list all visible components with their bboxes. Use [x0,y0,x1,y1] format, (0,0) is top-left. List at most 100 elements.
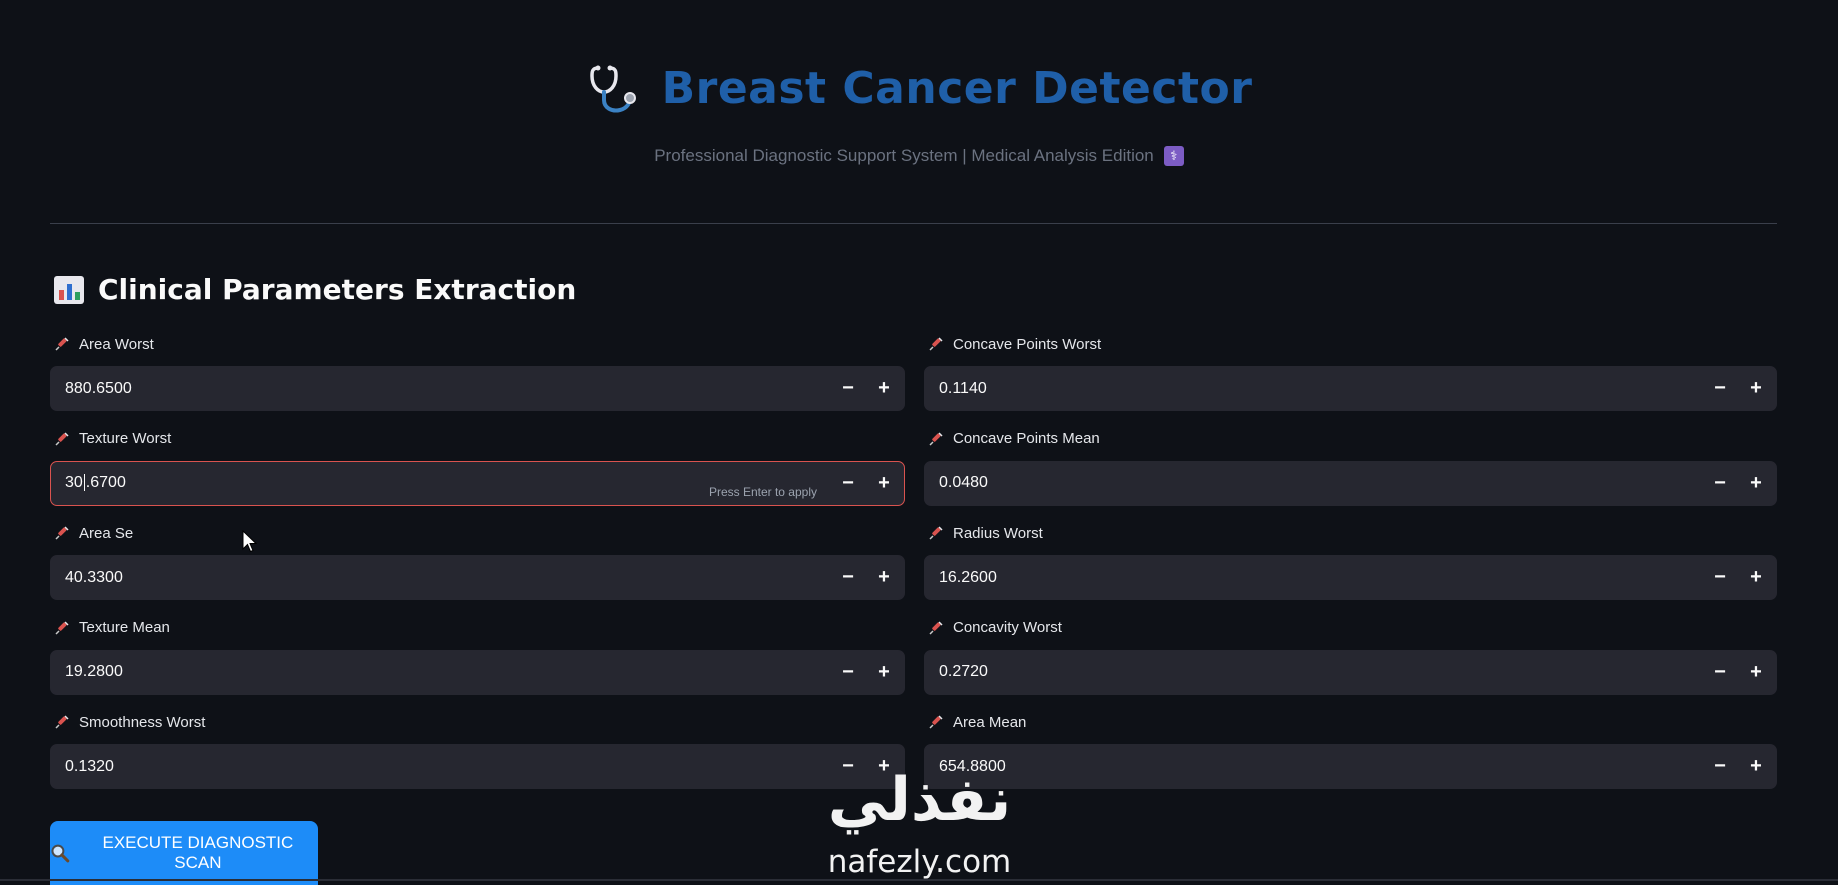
bar-chart-icon [54,275,84,304]
syringe-icon [55,337,69,351]
stepper: − + [830,367,904,410]
increment-button[interactable]: + [1738,651,1774,694]
subtitle-text: Professional Diagnostic Support System |… [654,146,1154,165]
parameter-field: Texture Worst 30.6700 Press Enter to apply… [50,425,905,520]
bottom-scroll-edge [0,879,1838,881]
field-label-row: Concavity Worst [924,614,1777,642]
syringe-icon [55,620,69,635]
number-input[interactable]: 0.0480− + [924,460,1777,506]
syringe-icon [929,715,943,729]
increment-button[interactable]: + [866,556,902,599]
parameter-field: Concave Points Worst 0.1140− + [924,330,1777,425]
execute-scan-label: EXECUTE DIAGNOSTIC SCAN [102,833,294,872]
decrement-button[interactable]: − [830,462,866,505]
decrement-button[interactable]: − [830,556,866,599]
increment-button[interactable]: + [866,651,902,694]
field-label: Concavity Worst [953,619,1062,636]
parameter-field: Area Se 40.3300− + [50,519,905,614]
input-value[interactable]: 654.8800 [925,758,1702,776]
app-title: Breast Cancer Detector [661,62,1253,114]
field-label: Smoothness Worst [79,713,206,731]
field-label: Area Worst [79,335,154,353]
syringe-icon [929,337,943,351]
watermark-arabic: نفذلي [827,765,1012,835]
increment-button[interactable]: + [1738,556,1774,599]
stepper: − + [830,462,904,505]
parameter-field: Smoothness Worst 0.1320− + [50,708,905,803]
number-input[interactable]: 16.2600− + [924,555,1777,600]
stepper: − + [1702,556,1776,599]
stepper: − + [830,651,904,694]
field-label-row: Concave Points Worst [924,330,1777,358]
magnifier-icon [51,844,70,863]
section-title: Clinical Parameters Extraction [98,273,577,306]
increment-button[interactable]: + [1738,367,1774,410]
increment-button[interactable]: + [1738,462,1774,505]
stepper: − + [1702,367,1776,410]
number-input[interactable]: 19.2800− + [50,649,905,695]
decrement-button[interactable]: − [1702,556,1738,599]
field-label-row: Area Se [50,519,905,547]
field-label: Concave Points Worst [953,335,1102,353]
increment-button[interactable]: + [1738,745,1774,788]
title-row: Breast Cancer Detector [586,60,1253,116]
parameter-field: Concave Points Mean 0.0480− + [924,425,1777,520]
syringe-icon [929,526,943,540]
field-label: Area Se [79,524,134,542]
number-input[interactable]: 40.3300− + [50,555,905,600]
field-label-row: Texture Mean [50,614,905,642]
field-label-row: Radius Worst [924,519,1777,547]
syringe-icon [929,431,943,446]
input-value[interactable]: 19.2800 [51,663,830,681]
input-value[interactable]: 16.2600 [925,569,1702,587]
input-value[interactable]: 40.3300 [51,569,830,587]
field-label-row: Texture Worst [50,425,905,453]
number-input[interactable]: 0.2720− + [924,649,1777,695]
syringe-icon [55,526,69,540]
field-label: Concave Points Mean [953,430,1100,447]
input-value[interactable]: 0.1140 [925,380,1702,398]
increment-button[interactable]: + [866,462,902,505]
decrement-button[interactable]: − [830,651,866,694]
number-input[interactable]: 30.6700 Press Enter to apply − + [50,460,905,506]
input-value[interactable]: 0.1320 [51,758,830,776]
decrement-button[interactable]: − [830,367,866,410]
parameters-grid: Area Worst 880.6500− + Concave Points Worst… [50,330,1777,803]
number-input[interactable]: 0.1320− + [50,744,905,789]
execute-scan-button[interactable]: EXECUTE DIAGNOSTIC SCAN [50,821,318,885]
number-input[interactable]: 654.8800− + [924,744,1777,789]
field-label-row: Area Mean [924,708,1777,736]
field-label: Radius Worst [953,524,1043,542]
parameter-field: Texture Mean 19.2800− + [50,614,905,709]
app-subtitle: Professional Diagnostic Support System |… [654,146,1184,166]
section-header: Clinical Parameters Extraction [54,273,576,306]
header-divider [50,223,1777,224]
caduceus-icon: ⚕ [1163,146,1184,166]
decrement-button[interactable]: − [1702,745,1738,788]
decrement-button[interactable]: − [1702,367,1738,410]
mouse-pointer-icon [242,530,258,553]
decrement-button[interactable]: − [1702,651,1738,694]
parameter-field: Area Worst 880.6500− + [50,330,905,425]
input-value[interactable]: 0.0480 [925,474,1702,492]
field-label-row: Smoothness Worst [50,708,905,736]
increment-button[interactable]: + [866,367,902,410]
stepper: − + [1702,651,1776,694]
stepper: − + [1702,462,1776,505]
field-label: Texture Worst [79,430,172,447]
press-enter-hint: Press Enter to apply [708,484,817,499]
input-value[interactable]: 0.2720 [925,663,1702,681]
number-input[interactable]: 0.1140− + [924,366,1777,411]
app-header: Breast Cancer Detector Professional Diag… [0,60,1838,166]
number-input[interactable]: 880.6500− + [50,366,905,411]
parameter-field: Area Mean 654.8800− + [924,708,1777,803]
text-caret [83,474,85,492]
field-label: Texture Mean [79,619,170,636]
parameter-field: Radius Worst 16.2600− + [924,519,1777,614]
watermark-url: nafezly.com [827,844,1012,880]
stethoscope-icon [589,65,636,113]
field-label-row: Concave Points Mean [924,425,1777,453]
input-value[interactable]: 880.6500 [51,380,830,398]
syringe-icon [55,715,69,729]
decrement-button[interactable]: − [1702,462,1738,505]
